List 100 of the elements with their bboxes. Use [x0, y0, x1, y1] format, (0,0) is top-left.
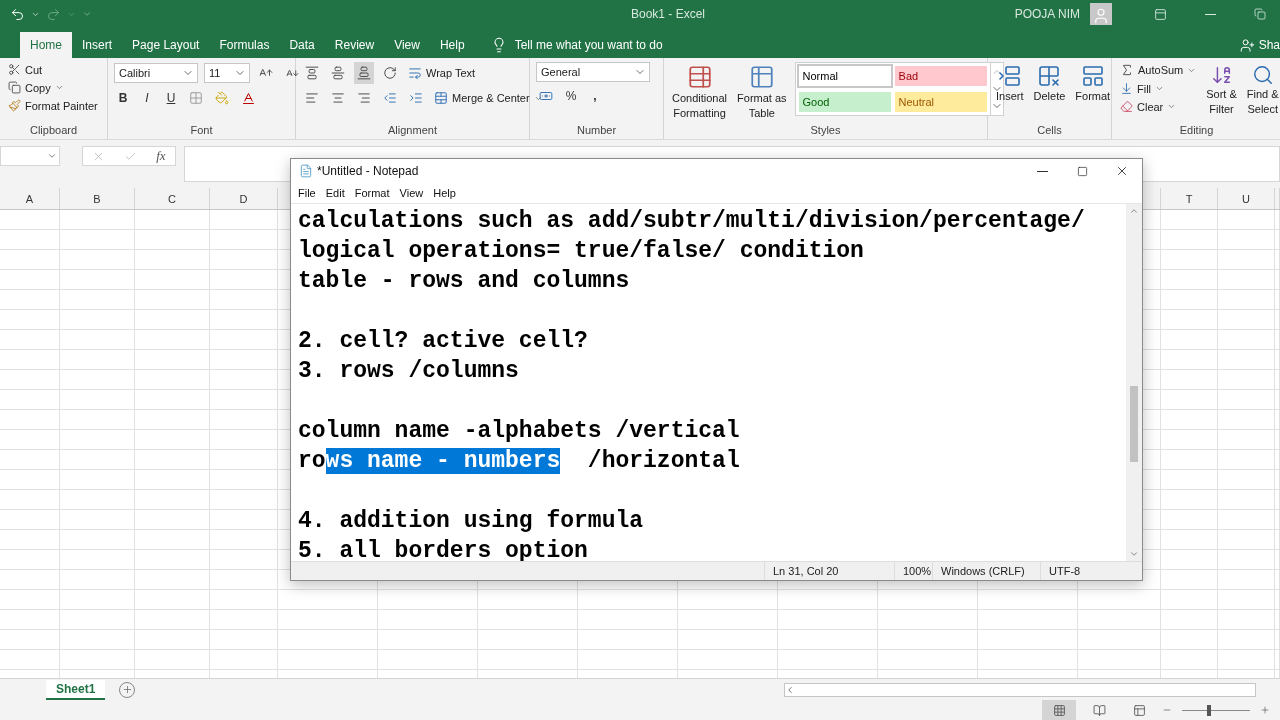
column-cells[interactable]: [60, 210, 135, 678]
find-select-button[interactable]: Find & Select: [1244, 62, 1280, 124]
cells-button[interactable]: Delete: [1031, 62, 1068, 124]
column-cells[interactable]: [210, 210, 278, 678]
font-color-icon: [240, 90, 256, 106]
tell-me-field[interactable]: Tell me what you want to do: [512, 37, 683, 53]
ribbon-options-icon: [1153, 7, 1167, 21]
autosum-button[interactable]: AutoSum: [1118, 62, 1199, 78]
close-icon: [1115, 164, 1129, 178]
sort-icon: [1210, 64, 1233, 86]
share-button[interactable]: Sha: [1231, 32, 1280, 58]
column-cells[interactable]: [0, 210, 60, 678]
top-align-icon: [305, 66, 319, 80]
paint-bucket-icon: [215, 91, 229, 105]
redo-icon: [46, 6, 61, 22]
zoom-slider[interactable]: [1207, 704, 1212, 716]
format-as-table-button[interactable]: Format as Table: [735, 62, 789, 124]
menu-item[interactable]: Edit: [320, 187, 350, 199]
ribbon-tab[interactable]: Page Layout: [122, 32, 210, 58]
comma-button[interactable]: ,: [586, 86, 604, 106]
format-painter-button[interactable]: Format Painter: [6, 98, 100, 113]
group-label: Font: [190, 124, 213, 138]
bottom-align-icon: [357, 66, 371, 80]
plus-icon: [121, 684, 133, 695]
ribbon-tab[interactable]: View: [384, 32, 430, 58]
fill-down-icon: [1120, 82, 1133, 95]
scissors-icon: [8, 63, 21, 76]
sort-filter-button[interactable]: Sort & Filter: [1204, 62, 1239, 124]
align-left-icon: [305, 91, 319, 105]
copy-button[interactable]: Copy: [6, 80, 100, 95]
bottom-align-button[interactable]: [354, 62, 374, 84]
menu-item[interactable]: File: [293, 187, 321, 199]
sigma-icon: [1120, 63, 1134, 77]
table-icon: [748, 64, 775, 90]
ribbon-tab[interactable]: Home: [20, 32, 72, 58]
column-header[interactable]: U: [1218, 188, 1275, 209]
person-add-icon: [1239, 37, 1255, 53]
status-text: Ln 31, Col 20: [764, 562, 894, 580]
underline-button[interactable]: U: [162, 88, 180, 108]
status-text: UTF-8: [1040, 562, 1120, 580]
cells-button[interactable]: Format: [1073, 62, 1113, 124]
copy-icon: [8, 81, 21, 94]
font-name-dropdown[interactable]: Calibri: [114, 63, 198, 83]
group-label: Clipboard: [29, 124, 78, 138]
merge-center-button[interactable]: Merge & Center: [432, 90, 545, 106]
increase-indent-icon: [409, 91, 423, 105]
italic-button[interactable]: I: [138, 88, 156, 108]
zoom-in-icon[interactable]: [1260, 705, 1270, 715]
text-line: 3. rows /columns: [298, 357, 520, 386]
column-header[interactable]: C: [135, 188, 210, 209]
number-format-dropdown[interactable]: General: [536, 62, 650, 82]
fill-button[interactable]: Fill: [1118, 81, 1199, 96]
wrap-text-button[interactable]: Wrap Text: [406, 65, 478, 81]
vertical-scrollbar[interactable]: [1126, 204, 1142, 561]
page-break-icon: [1132, 703, 1146, 717]
status-text: Windows (CRLF): [932, 562, 1040, 580]
column-cells[interactable]: [1161, 210, 1218, 678]
bold-button[interactable]: B: [114, 88, 132, 108]
decrease-indent-icon: [383, 91, 397, 105]
cell-style[interactable]: Good: [798, 91, 891, 112]
percent-button[interactable]: %: [562, 86, 580, 106]
ribbon-tab[interactable]: Help: [429, 32, 475, 58]
ribbon-tab[interactable]: Data: [279, 32, 325, 58]
status-text: 100%: [894, 562, 932, 580]
avatar[interactable]: [1090, 3, 1112, 25]
minimize-icon: [1036, 170, 1048, 172]
format-cells-icon: [1080, 64, 1105, 88]
clear-button[interactable]: Clear: [1118, 99, 1199, 114]
cell-style[interactable]: Neutral: [894, 91, 987, 112]
column-cells[interactable]: [1218, 210, 1275, 678]
scroll-thumb[interactable]: [1130, 386, 1138, 462]
ribbon-tab[interactable]: Insert: [72, 32, 123, 58]
horizontal-scrollbar[interactable]: [784, 682, 1256, 697]
column-header[interactable]: A: [0, 188, 60, 209]
cell-style[interactable]: Bad: [894, 66, 987, 86]
font-size-dropdown[interactable]: 11: [204, 63, 250, 83]
group-label: Alignment: [388, 124, 437, 138]
ribbon-tab[interactable]: Formulas: [209, 32, 280, 58]
menu-item[interactable]: Help: [428, 187, 461, 199]
name-box[interactable]: [0, 146, 60, 166]
conditional-formatting-button[interactable]: Conditional Formatting: [670, 62, 730, 124]
column-header[interactable]: D: [210, 188, 278, 209]
sheet-tab[interactable]: Sheet1: [46, 679, 106, 700]
delete-cells-icon: [1037, 64, 1062, 88]
paintbrush-icon: [8, 99, 21, 112]
ribbon-tab[interactable]: Review: [324, 32, 385, 58]
notepad-title: *Untitled - Notepad: [317, 164, 419, 178]
menu-item[interactable]: Format: [349, 187, 395, 199]
eraser-icon: [1120, 100, 1133, 113]
column-cells[interactable]: [135, 210, 210, 678]
cells-button[interactable]: Insert: [994, 62, 1026, 124]
column-header[interactable]: T: [1161, 188, 1218, 209]
column-header[interactable]: B: [60, 188, 135, 209]
wrap-text-icon: [408, 66, 422, 80]
cut-button[interactable]: Cut: [6, 62, 100, 77]
menu-item[interactable]: View: [394, 187, 429, 199]
normal-view-button[interactable]: [1042, 700, 1076, 720]
middle-align-icon: [331, 66, 345, 80]
grid-icon: [1052, 703, 1066, 717]
insert-function-button[interactable]: fx: [156, 148, 166, 164]
